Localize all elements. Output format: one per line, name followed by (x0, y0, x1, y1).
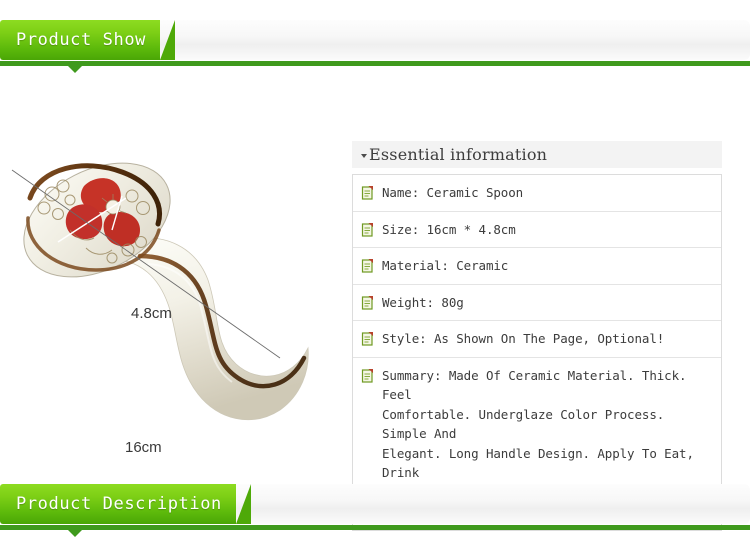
product-description-banner: Product Description (0, 484, 750, 537)
banner-notch-triangle-icon (68, 530, 82, 537)
scroll-icon (361, 186, 373, 200)
dimension-width-label: 4.8cm (131, 305, 172, 322)
product-photo: 4.8cm 16cm (0, 90, 340, 456)
row-text: Size: 16cm * 4.8cm (382, 221, 516, 237)
chevron-down-icon (361, 153, 367, 158)
scroll-icon (361, 222, 373, 237)
banner-green-rule (0, 525, 750, 530)
essential-information-title: Essential information (369, 145, 548, 164)
product-show-label: Product Show (16, 30, 147, 50)
table-row: Weight: 80g (353, 285, 721, 321)
essential-information-header[interactable]: Essential information (352, 141, 722, 168)
banner-notch-triangle-icon (68, 66, 82, 73)
scroll-icon (361, 259, 373, 273)
scroll-icon (361, 368, 373, 383)
product-description-tab: Product Description (0, 484, 251, 524)
banner-green-rule (0, 61, 750, 66)
ceramic-spoon-illustration (11, 162, 309, 421)
scroll-icon (361, 332, 373, 346)
table-row: Material: Ceramic (353, 248, 721, 285)
information-table: Name: Ceramic Spoon Size: 16cm * 4.8cm M… (352, 174, 722, 531)
row-text: Material: Ceramic (382, 258, 509, 273)
product-description-label: Product Description (16, 494, 222, 514)
row-text: Weight: 80g (382, 294, 464, 310)
essential-information-panel: Essential information Name: Ceramic Spoo… (352, 141, 722, 531)
product-show-tab: Product Show (0, 20, 176, 60)
table-row: Name: Ceramic Spoon (353, 175, 721, 212)
product-show-banner: Product Show (0, 20, 750, 73)
dimension-length-label: 16cm (125, 439, 162, 456)
scroll-icon (361, 295, 373, 310)
row-text: Style: As Shown On The Page, Optional! (382, 331, 665, 346)
table-row: Style: As Shown On The Page, Optional! (353, 321, 721, 358)
row-text: Name: Ceramic Spoon (382, 185, 524, 200)
table-row: Size: 16cm * 4.8cm (353, 212, 721, 248)
product-detail-page: Product Show 4.8cm 16cm Essential inform… (0, 0, 750, 560)
